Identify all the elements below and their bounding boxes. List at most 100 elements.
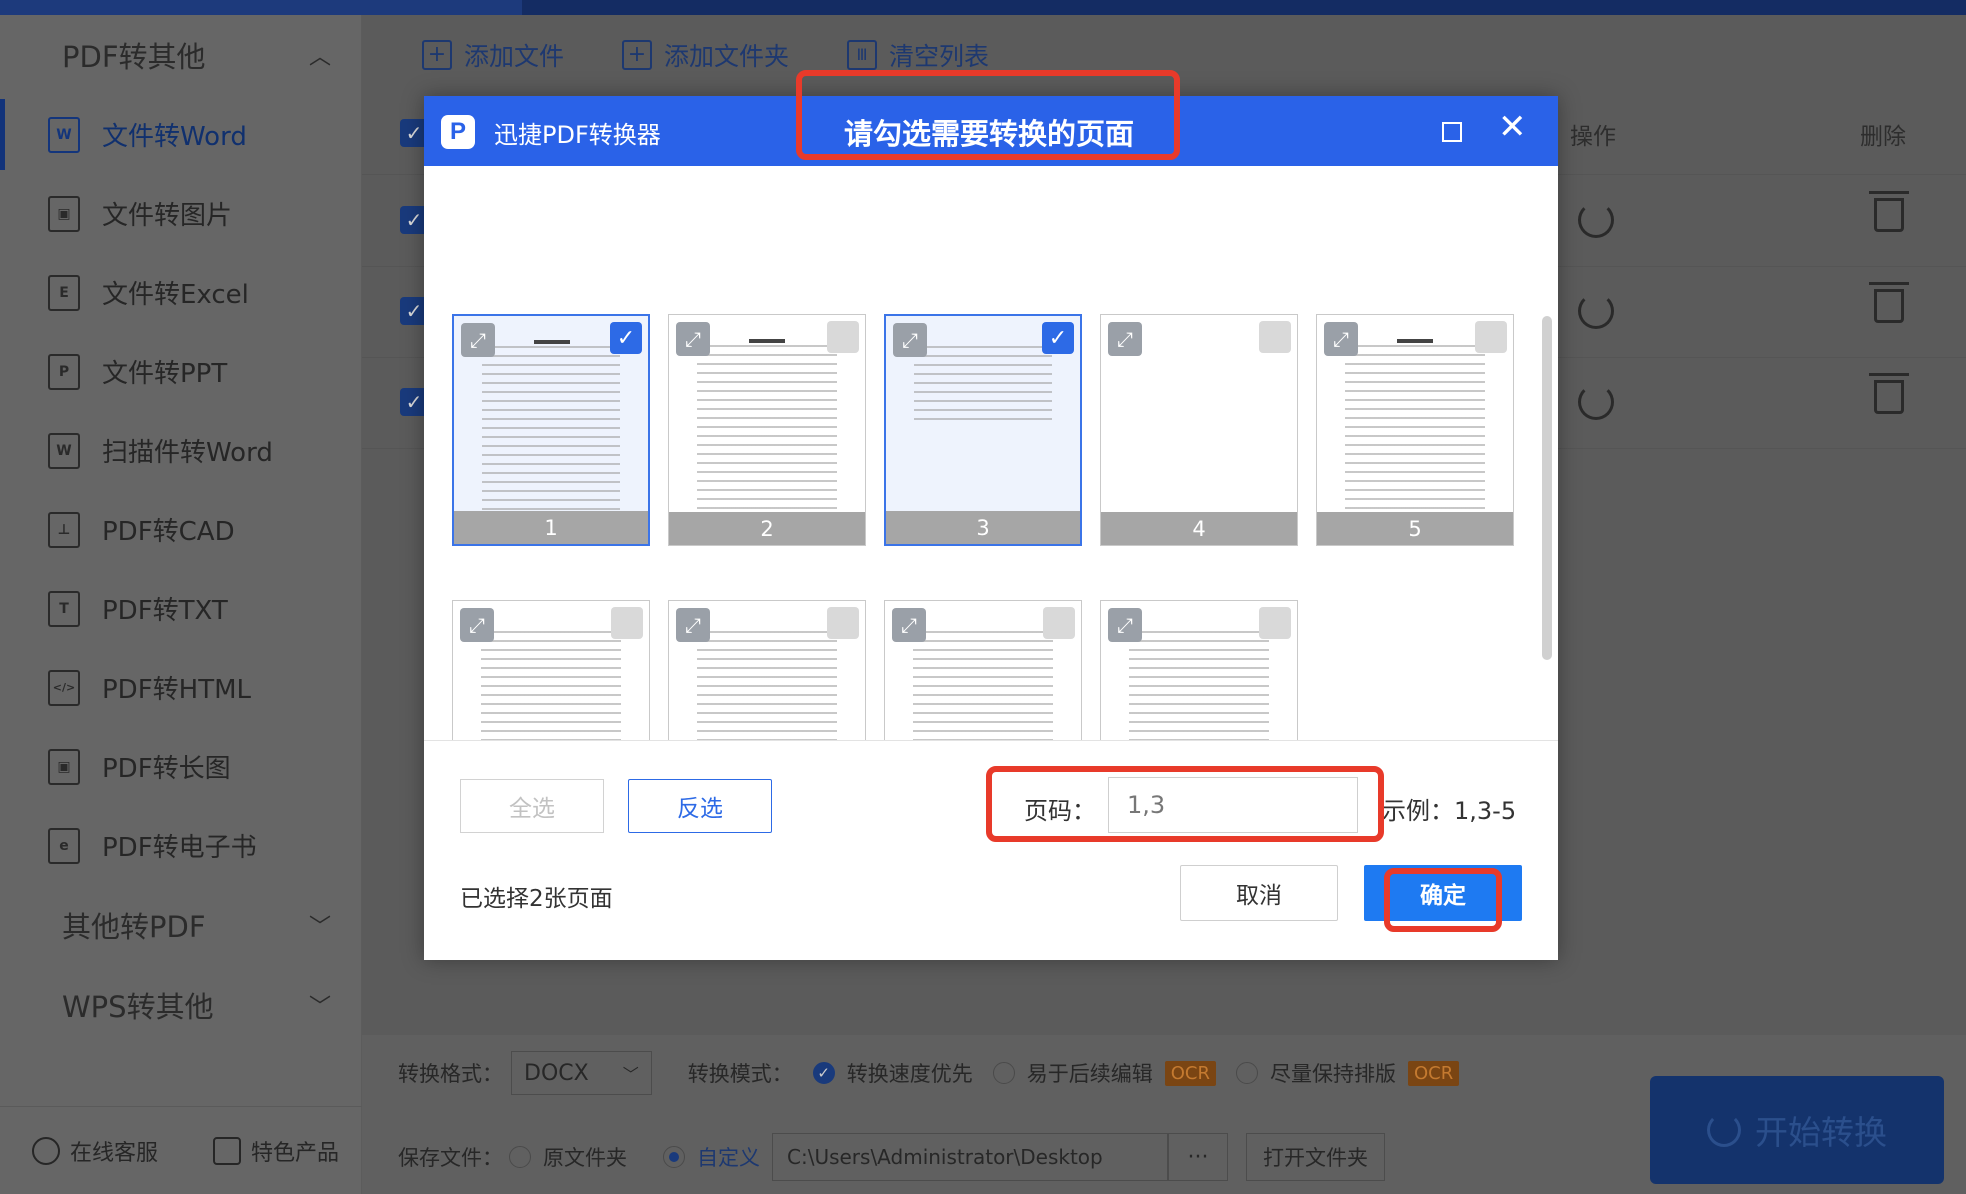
expand-icon[interactable]: ⤢ [1324, 322, 1358, 356]
sidebar-item-pdf-to-long-image[interactable]: ▣ PDF转长图 [0, 727, 361, 806]
format-select[interactable]: DOCX ﹀ [511, 1051, 652, 1095]
expand-icon[interactable]: ⤢ [461, 323, 495, 357]
thumbnail-scrollbar[interactable] [1542, 316, 1552, 660]
online-service-button[interactable]: 在线客服 [0, 1135, 181, 1167]
highlight-page-input [986, 766, 1384, 842]
page-thumbnail[interactable]: ⤢ 5 [1316, 314, 1514, 546]
open-folder-button[interactable]: 打开文件夹 [1246, 1133, 1385, 1181]
page-thumbnail[interactable]: ⤢ 2 [668, 314, 866, 546]
sidebar-group-pdf-to-other[interactable]: PDF转其他 ︿ [0, 15, 361, 95]
page-text-preview [697, 631, 837, 740]
close-icon[interactable]: ✕ [1498, 110, 1527, 144]
chevron-down-icon: ﹀ [308, 995, 331, 1020]
excel-icon: E [48, 274, 80, 311]
page-checkbox[interactable] [611, 607, 643, 639]
save-original-radio[interactable] [509, 1146, 531, 1168]
page-thumbnail[interactable]: ⤢ ✓ 1 [452, 314, 650, 546]
mode-layout-radio[interactable] [1235, 1062, 1258, 1084]
expand-icon[interactable]: ⤢ [676, 322, 710, 356]
start-convert-button[interactable]: 开始转换 [1650, 1076, 1944, 1184]
save-path-input[interactable]: C:\Users\Administrator\Desktop [772, 1133, 1168, 1181]
sidebar-item-label: 文件转Excel [102, 280, 249, 310]
image-icon: ▣ [48, 195, 80, 232]
refresh-icon[interactable] [1578, 384, 1614, 420]
page-checkbox[interactable] [1259, 607, 1291, 639]
page-checkbox[interactable] [1259, 321, 1291, 353]
page-text-preview [481, 631, 621, 740]
page-number: 5 [1317, 512, 1513, 545]
add-folder-button[interactable]: + 添加文件夹 [622, 37, 789, 73]
clear-icon: Ⅲ [847, 40, 878, 70]
add-file-icon: + [422, 40, 452, 70]
clear-list-button[interactable]: Ⅲ 清空列表 [847, 37, 989, 73]
chevron-up-icon: ︿ [308, 45, 331, 70]
expand-icon[interactable]: ⤢ [893, 323, 927, 357]
save-custom-label: 自定义 [697, 1146, 760, 1170]
maximize-icon[interactable] [1442, 122, 1462, 142]
select-all-button[interactable]: 全选 [460, 779, 604, 833]
page-checkbox[interactable] [1475, 321, 1507, 353]
browse-button[interactable]: ··· [1168, 1133, 1228, 1181]
sidebar-item-file-to-word[interactable]: W 文件转Word [0, 95, 361, 174]
page-thumbnail[interactable]: ⤢ 7 [668, 600, 866, 740]
expand-icon[interactable]: ⤢ [676, 608, 710, 642]
mode-speed-radio[interactable]: ✓ [812, 1062, 835, 1084]
sidebar-item-file-to-excel[interactable]: E 文件转Excel [0, 253, 361, 332]
top-bar [0, 0, 1966, 15]
sidebar-item-label: 文件转Word [102, 122, 247, 152]
page-checkbox[interactable] [1043, 607, 1075, 639]
ocr-badge: OCR [1407, 1060, 1460, 1086]
add-file-button[interactable]: + 添加文件 [422, 37, 564, 73]
mode-speed-label: 转换速度优先 [846, 1062, 973, 1086]
sidebar-group-label: 其他转PDF [62, 910, 206, 944]
page-thumbnail[interactable]: ⤢ 6 [452, 600, 650, 740]
page-checkbox[interactable]: ✓ [610, 322, 642, 354]
page-thumbnail[interactable]: ⤢ 9 [1100, 600, 1298, 740]
sidebar-group-label: PDF转其他 [62, 40, 206, 74]
word-icon: W [48, 116, 80, 153]
expand-icon[interactable]: ⤢ [1108, 608, 1142, 642]
page-thumbnail[interactable]: ⤢ ✓ 3 [884, 314, 1082, 546]
expand-icon[interactable]: ⤢ [460, 608, 494, 642]
highlight-heading [796, 70, 1180, 160]
page-checkbox[interactable]: ✓ [1042, 322, 1074, 354]
sidebar-item-file-to-ppt[interactable]: P 文件转PPT [0, 332, 361, 411]
expand-icon[interactable]: ⤢ [1108, 322, 1142, 356]
sidebar-group-other-to-pdf[interactable]: 其他转PDF ﹀ [0, 885, 361, 965]
page-checkbox[interactable] [827, 321, 859, 353]
sidebar-group-wps-to-other[interactable]: WPS转其他 ﹀ [0, 965, 361, 1045]
invert-selection-button[interactable]: 反选 [628, 779, 772, 833]
refresh-icon[interactable] [1578, 202, 1614, 238]
sidebar-item-label: PDF转HTML [102, 675, 252, 705]
chevron-down-icon: ﹀ [622, 1065, 639, 1084]
sidebar-item-pdf-to-cad[interactable]: ⊥ PDF转CAD [0, 490, 361, 569]
featured-products-button[interactable]: 特色产品 [181, 1135, 362, 1167]
sidebar-item-pdf-to-html[interactable]: </> PDF转HTML [0, 648, 361, 727]
page-heading-mark [1397, 339, 1433, 343]
trash-icon[interactable] [1869, 282, 1909, 323]
trash-icon[interactable] [1869, 191, 1909, 232]
page-thumbnail[interactable]: ⤢ 4 [1100, 314, 1298, 546]
sidebar-item-label: PDF转电子书 [102, 833, 257, 863]
sidebar-item-scan-to-word[interactable]: W 扫描件转Word [0, 411, 361, 490]
sidebar-item-pdf-to-ebook[interactable]: e PDF转电子书 [0, 806, 361, 885]
format-value: DOCX [524, 1060, 589, 1086]
mode-edit-radio[interactable] [992, 1062, 1015, 1084]
page-thumbnail[interactable]: ⤢ 8 [884, 600, 1082, 740]
expand-icon[interactable]: ⤢ [892, 608, 926, 642]
sidebar-item-file-to-image[interactable]: ▣ 文件转图片 [0, 174, 361, 253]
chevron-down-icon: ﹀ [308, 915, 331, 940]
trash-icon[interactable] [1869, 373, 1909, 414]
cancel-button[interactable]: 取消 [1180, 865, 1338, 921]
column-delete: 删除 [1860, 124, 1906, 150]
save-custom-radio[interactable] [663, 1146, 685, 1168]
sidebar-item-label: PDF转长图 [102, 754, 231, 784]
sidebar-item-pdf-to-txt[interactable]: T PDF转TXT [0, 569, 361, 648]
page-checkbox[interactable] [827, 607, 859, 639]
refresh-icon[interactable] [1578, 293, 1614, 329]
start-convert-label: 开始转换 [1755, 1113, 1887, 1152]
mode-label: 转换模式： [687, 1062, 793, 1086]
cad-icon: ⊥ [48, 511, 80, 548]
clear-list-label: 清空列表 [889, 42, 990, 71]
format-row: 转换格式： DOCX ﹀ 转换模式： ✓ 转换速度优先 易于后续编辑 OCR 尽量… [398, 1051, 1460, 1095]
